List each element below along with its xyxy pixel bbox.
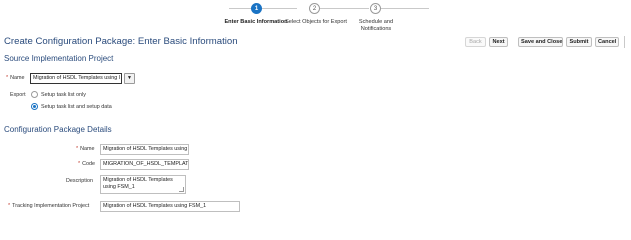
resize-grip-icon[interactable]	[179, 187, 184, 192]
source-name-dropdown-button[interactable]: ▼	[124, 73, 135, 84]
package-name-label: * Name	[76, 146, 95, 152]
train-step-3-label[interactable]: Schedule and Notifications	[351, 19, 401, 32]
package-name-label-text: Name	[80, 146, 95, 152]
description-line-1: Migration of HSDL Templates	[103, 177, 173, 183]
train-step-1-label[interactable]: Enter Basic Information	[224, 19, 288, 26]
package-description-textarea[interactable]: Migration of HSDL Templates using FSM_1	[100, 175, 186, 194]
tracking-project-input[interactable]: Migration of HSDL Templates using FSM_1	[100, 201, 240, 212]
package-code-input[interactable]: MIGRATION_OF_HSDL_TEMPLATE	[100, 159, 189, 170]
train-step-1[interactable]: 1	[251, 3, 262, 14]
back-button[interactable]: Back	[465, 37, 486, 47]
save-and-close-button[interactable]: Save and Close	[518, 37, 563, 47]
source-name-input[interactable]: Migration of HSDL Templates using I	[30, 73, 122, 84]
export-option-task-list-and-data-radio[interactable]	[31, 103, 38, 110]
required-indicator: *	[6, 75, 9, 81]
train-step-3[interactable]: 3	[370, 3, 381, 14]
train-step-2[interactable]: 2	[309, 3, 320, 14]
page-title: Create Configuration Package: Enter Basi…	[4, 36, 238, 47]
next-button[interactable]: Next	[489, 37, 508, 47]
train-step-2-label[interactable]: Select Objects for Export	[285, 19, 347, 26]
details-section-title: Configuration Package Details	[4, 125, 112, 134]
export-option-task-list-and-data-label[interactable]: Setup task list and setup data	[41, 104, 112, 110]
submit-button[interactable]: Submit	[566, 37, 592, 47]
source-name-label: * Name	[6, 75, 25, 81]
package-description-label: Description	[66, 178, 93, 184]
package-name-input[interactable]: Migration of HSDL Templates using I	[100, 144, 189, 155]
source-name-label-text: Name	[10, 75, 25, 81]
tracking-project-label-text: Tracking Implementation Project	[12, 203, 90, 209]
source-section-title: Source Implementation Project	[4, 54, 114, 63]
required-indicator: *	[78, 161, 81, 167]
package-code-label-text: Code	[82, 161, 95, 167]
cancel-button[interactable]: Cancel	[595, 37, 619, 47]
train-step-3-label-line2: Notifications	[360, 25, 392, 32]
export-option-task-list-only-radio[interactable]	[31, 91, 38, 98]
package-code-label: * Code	[78, 161, 95, 167]
train-connector	[229, 8, 297, 9]
tracking-project-label: * Tracking Implementation Project	[8, 203, 89, 209]
toolbar-divider	[624, 36, 625, 48]
train-connector	[381, 8, 429, 9]
required-indicator: *	[76, 146, 79, 152]
required-indicator: *	[8, 203, 11, 209]
description-line-2: using FSM_1	[103, 183, 135, 190]
export-label: Export	[10, 92, 26, 98]
train-connector	[319, 8, 369, 9]
chevron-down-icon: ▼	[127, 75, 132, 81]
export-option-task-list-only-label[interactable]: Setup task list only	[41, 92, 86, 98]
